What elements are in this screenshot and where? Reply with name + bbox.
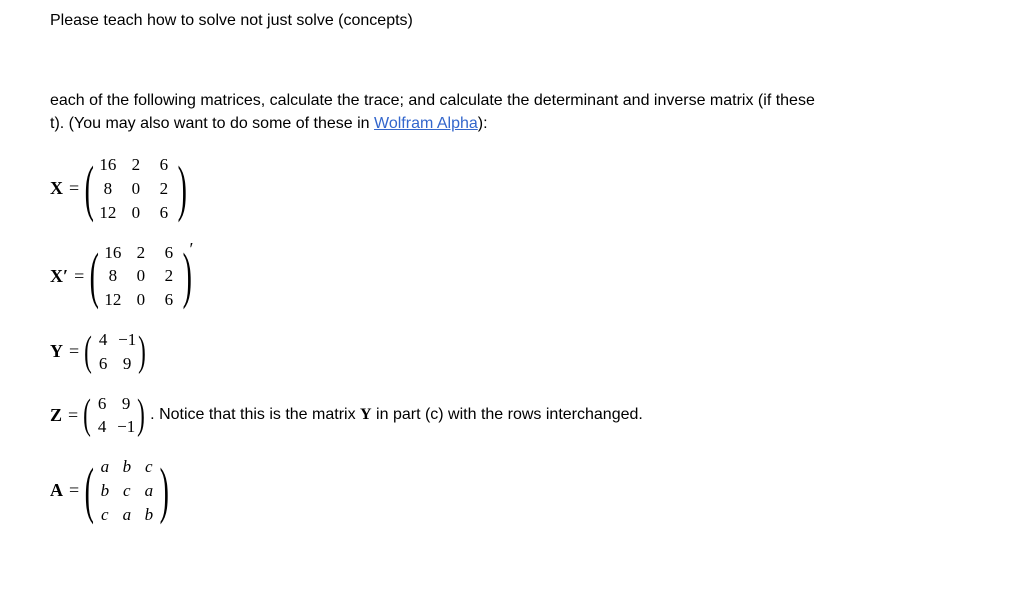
problem-statement: each of the following matrices, calculat… — [50, 90, 1000, 135]
cell: 8 — [94, 177, 122, 201]
notice-text-2: in part (c) with the rows interchanged. — [372, 406, 643, 423]
cell: 16 — [99, 241, 127, 265]
matrix-z-block: Z = ( 69 4−1 ) . Notice that this is the… — [50, 392, 1033, 440]
right-paren-icon: ) — [137, 396, 145, 434]
matrix-x-label: X — [50, 176, 63, 201]
top-instruction: Please teach how to solve not just solve… — [50, 10, 1033, 32]
matrix-xprime: ( 1626 802 1206 ) ′ — [90, 241, 193, 312]
equals-sign: = — [69, 339, 79, 364]
notice-bold-y: Y — [360, 406, 372, 423]
cell: 6 — [155, 241, 183, 265]
problem-line2a: t). (You may also want to do some of the… — [50, 115, 374, 132]
matrix-y: ( 4−1 69 ) — [85, 328, 145, 376]
matrix-xprime-label: X′ — [50, 264, 68, 289]
right-paren-icon: ) — [177, 161, 186, 217]
matrix-y-block: Y = ( 4−1 69 ) — [50, 328, 1033, 376]
cell: b — [138, 503, 160, 527]
matrix-x-block: X = ( 1626 802 1206 ) — [50, 153, 1033, 224]
cell: 9 — [114, 392, 138, 416]
cell: 2 — [127, 241, 155, 265]
cell: 6 — [91, 352, 115, 376]
cell: −1 — [115, 328, 139, 352]
equals-sign: = — [69, 478, 79, 503]
matrix-z: ( 69 4−1 ) — [84, 392, 144, 440]
cell: c — [94, 503, 116, 527]
wolfram-alpha-link[interactable]: Wolfram Alpha — [374, 115, 478, 132]
equals-sign: = — [69, 176, 79, 201]
cell: c — [116, 479, 138, 503]
cell: a — [116, 503, 138, 527]
cell: 6 — [150, 201, 178, 225]
matrix-a-label: A — [50, 478, 63, 503]
matrix-x: ( 1626 802 1206 ) — [85, 153, 186, 224]
cell: c — [138, 455, 160, 479]
notice-text: . Notice that this is the matrix — [150, 406, 360, 423]
cell: 2 — [122, 153, 150, 177]
cell: 4 — [90, 415, 114, 439]
problem-line1: each of the following matrices, calculat… — [50, 92, 815, 109]
matrix-a: ( abc bca cab ) — [85, 455, 168, 526]
cell: b — [116, 455, 138, 479]
cell: a — [138, 479, 160, 503]
cell: 6 — [155, 288, 183, 312]
left-paren-icon: ( — [83, 396, 91, 434]
right-paren-icon: ) — [159, 463, 168, 519]
cell: −1 — [114, 415, 138, 439]
cell: 9 — [115, 352, 139, 376]
matrix-a-block: A = ( abc bca cab ) — [50, 455, 1033, 526]
cell: 8 — [99, 264, 127, 288]
cell: 16 — [94, 153, 122, 177]
equals-sign: = — [68, 403, 78, 428]
cell: 6 — [90, 392, 114, 416]
left-paren-icon: ( — [84, 333, 92, 371]
cell: 12 — [94, 201, 122, 225]
cell: 0 — [127, 288, 155, 312]
cell: 0 — [122, 177, 150, 201]
matrix-z-notice: . Notice that this is the matrix Y in pa… — [150, 404, 643, 426]
matrix-z-label: Z — [50, 403, 62, 428]
cell: 12 — [99, 288, 127, 312]
left-paren-icon: ( — [85, 463, 94, 519]
right-paren-icon: ) — [138, 333, 146, 371]
cell: 2 — [150, 177, 178, 201]
equals-sign: = — [74, 264, 84, 289]
matrix-y-label: Y — [50, 339, 63, 364]
cell: 0 — [122, 201, 150, 225]
cell: 2 — [155, 264, 183, 288]
cell: 4 — [91, 328, 115, 352]
problem-line2b: ): — [478, 115, 488, 132]
left-paren-icon: ( — [85, 161, 94, 217]
cell: a — [94, 455, 116, 479]
cell: 0 — [127, 264, 155, 288]
instruction-text: Please teach how to solve not just solve… — [50, 12, 413, 29]
left-paren-icon: ( — [90, 248, 99, 304]
matrix-xprime-block: X′ = ( 1626 802 1206 ) ′ — [50, 241, 1033, 312]
cell: 6 — [150, 153, 178, 177]
cell: b — [94, 479, 116, 503]
right-paren-icon: ) — [183, 248, 192, 304]
